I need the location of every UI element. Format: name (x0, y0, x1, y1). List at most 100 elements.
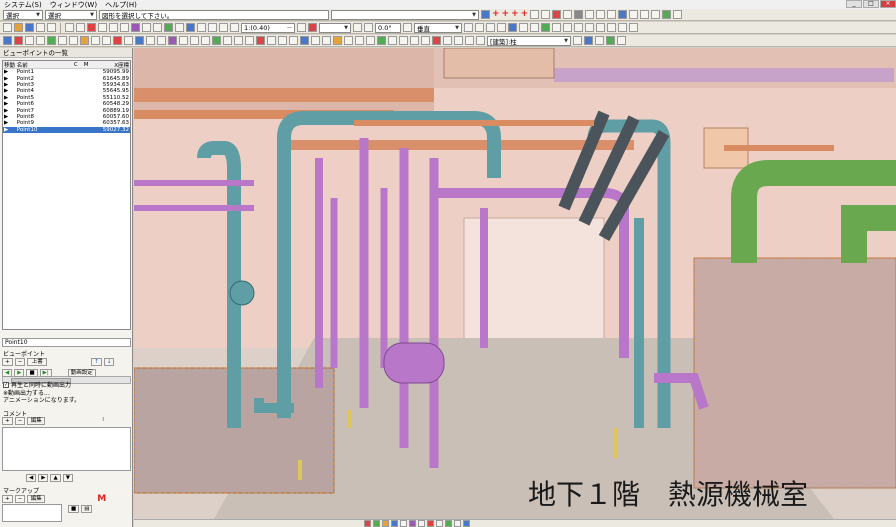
new-icon[interactable] (3, 23, 12, 32)
green-icon[interactable] (662, 10, 672, 19)
grid-icon-6[interactable] (607, 10, 617, 19)
grid-icon-8[interactable] (297, 23, 306, 32)
marker-icon[interactable] (256, 36, 265, 45)
grid-icon-2[interactable] (541, 10, 551, 19)
zoom-icon[interactable] (186, 23, 195, 32)
add-red-icon-2[interactable]: + (502, 10, 510, 19)
angle-field[interactable]: 0.0° (375, 22, 401, 33)
header-name[interactable]: 名前 (17, 61, 74, 69)
status-icon-10[interactable] (445, 520, 452, 527)
grid-icon-16[interactable] (519, 23, 528, 32)
layer-manage-icon[interactable] (584, 36, 593, 45)
pipe-icon[interactable] (300, 36, 309, 45)
play-row-icon[interactable]: ▶ (3, 108, 17, 114)
grid-icon-10[interactable] (364, 23, 373, 32)
view-icon[interactable] (618, 10, 628, 19)
grid-icon-3[interactable] (563, 10, 573, 19)
overwrite-button[interactable]: 上書 (27, 358, 48, 366)
table-row[interactable]: ▶ Point4 55645.95 (3, 88, 130, 94)
red-box-icon[interactable] (552, 10, 562, 19)
table-row[interactable]: ▶ Point5 55110.52 (3, 95, 130, 101)
grid-icon-23[interactable] (607, 23, 616, 32)
grid-icon-3[interactable] (175, 23, 184, 32)
table-row[interactable]: ▶ Point6 60548.29 (3, 101, 130, 107)
color-icon[interactable] (606, 36, 615, 45)
grid-icon-13[interactable] (223, 36, 232, 45)
link-icon[interactable] (574, 10, 584, 19)
grid-icon-25[interactable] (629, 23, 638, 32)
copy-icon[interactable] (109, 23, 118, 32)
header-x[interactable]: X座標 (98, 61, 131, 69)
table-row[interactable]: ▶ Point1 59095.99 (3, 69, 130, 75)
redo-icon[interactable] (76, 23, 85, 32)
circle-icon[interactable] (80, 36, 89, 45)
markup-edit-button[interactable]: 編集 (27, 495, 46, 503)
grid-icon-31[interactable] (476, 36, 485, 45)
grid-icon-4[interactable] (585, 10, 595, 19)
grid-icon-15[interactable] (245, 36, 254, 45)
grid-icon-3[interactable] (58, 36, 67, 45)
text-icon[interactable] (135, 36, 144, 45)
table-row[interactable]: ▶ Point3 55934.63 (3, 82, 130, 88)
add-button[interactable]: + (2, 358, 13, 366)
grid-icon-25[interactable] (399, 36, 408, 45)
grid-icon-18[interactable] (552, 23, 561, 32)
paste-icon[interactable] (120, 23, 129, 32)
grid-icon-9[interactable] (157, 36, 166, 45)
grid-icon-20[interactable] (322, 36, 331, 45)
add-red-icon-3[interactable]: + (511, 10, 519, 19)
grid-icon-8[interactable] (146, 36, 155, 45)
text-cursor-icon[interactable]: I (99, 417, 107, 425)
save-icon[interactable] (25, 23, 34, 32)
grid-icon-17[interactable] (530, 23, 539, 32)
grid-icon-30[interactable] (465, 36, 474, 45)
play-row-icon[interactable]: ▶ (3, 127, 17, 133)
blank-field[interactable]: ▼ (319, 22, 351, 33)
hatch-icon[interactable] (212, 36, 221, 45)
measure-icon[interactable] (508, 23, 517, 32)
grid-icon-10[interactable] (179, 36, 188, 45)
play-row-icon[interactable]: ▶ (3, 82, 17, 88)
grid-icon[interactable] (142, 23, 151, 32)
play-row-icon[interactable]: ▶ (3, 101, 17, 107)
grid-icon-28[interactable] (443, 36, 452, 45)
comment-nav-icon-4[interactable]: ▼ (62, 474, 73, 482)
print-icon[interactable]: ▤ (81, 505, 93, 513)
grid-icon-6[interactable] (102, 36, 111, 45)
grid-icon[interactable] (530, 10, 540, 19)
grid-icon-5[interactable] (208, 23, 217, 32)
grid-icon-15[interactable] (497, 23, 506, 32)
grid-icon-22[interactable] (355, 36, 364, 45)
print-icon[interactable] (47, 23, 56, 32)
table-row[interactable]: ▶ Point7 60889.19 (3, 107, 130, 114)
comment-edit-button[interactable]: 編集 (27, 417, 46, 425)
status-icon-9[interactable] (436, 520, 443, 527)
play-row-icon[interactable]: ▶ (3, 76, 17, 82)
layer-select[interactable]: [建築]:柱 ▼ (487, 35, 571, 46)
select-combo[interactable]: 選択 ▼ (45, 9, 97, 20)
grid-icon-14[interactable] (234, 36, 243, 45)
grid-icon-4[interactable] (197, 23, 206, 32)
header-move[interactable]: 移動 (3, 61, 17, 69)
grid-icon-5[interactable] (596, 10, 606, 19)
play-row-icon[interactable]: ▶ (3, 114, 17, 120)
comment-remove-button[interactable]: − (14, 417, 26, 425)
comment-box[interactable] (2, 427, 131, 471)
equip-icon[interactable] (377, 36, 386, 45)
grid-icon-7[interactable] (629, 10, 639, 19)
grid-icon-32[interactable] (573, 36, 582, 45)
header-c[interactable]: C (74, 62, 84, 68)
grid-icon-11[interactable] (403, 23, 412, 32)
grid-icon[interactable] (25, 36, 34, 45)
mic-icon[interactable] (481, 10, 490, 19)
arc-icon[interactable] (113, 36, 122, 45)
status-icon-12[interactable] (463, 520, 470, 527)
grid-icon-19[interactable] (563, 23, 572, 32)
tool-icon[interactable] (541, 23, 550, 32)
grid-icon-5[interactable] (91, 36, 100, 45)
comment-nav-icon[interactable]: ◀ (26, 474, 37, 482)
table-row[interactable]: ▶ Point9 60357.63 (3, 120, 130, 126)
save-icon[interactable]: ■ (68, 505, 80, 513)
duct-icon[interactable] (333, 36, 342, 45)
grid-icon-19[interactable] (311, 36, 320, 45)
